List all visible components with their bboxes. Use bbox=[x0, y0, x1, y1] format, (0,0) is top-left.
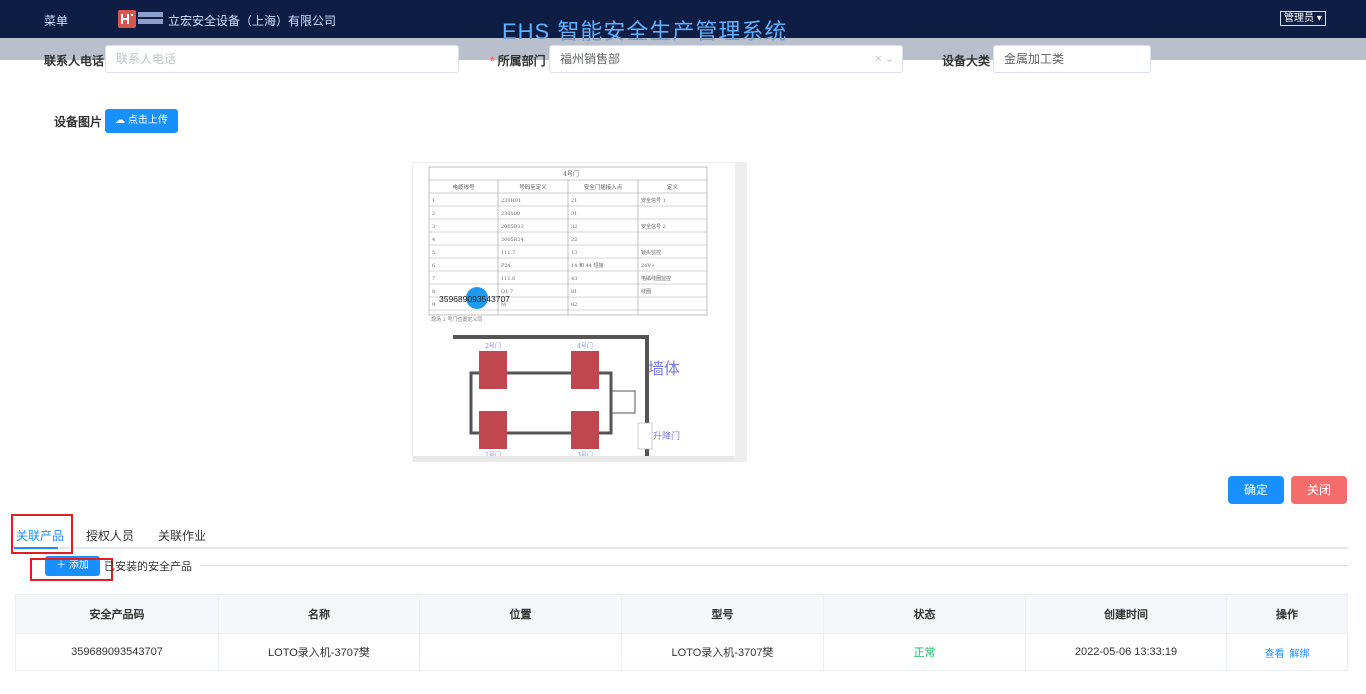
menu-toggle[interactable]: 菜单 bbox=[44, 12, 68, 29]
col-header-code: 安全产品码 bbox=[15, 594, 219, 634]
preview-cell: 230100 bbox=[501, 211, 520, 217]
preview-cell: 13 bbox=[571, 250, 577, 256]
table-row: 359689093543707 LOTO录入机-3707樊 LOTO录入机-37… bbox=[15, 633, 1348, 671]
preview-cell: 2005R13 bbox=[501, 224, 524, 230]
upload-button-label: 点击上传 bbox=[127, 115, 168, 126]
preview-cell: 2005R14 bbox=[501, 237, 524, 243]
wall-label: 墙体 bbox=[648, 359, 680, 378]
preview-cell: 4 bbox=[432, 237, 435, 243]
table-header-row: 安全产品码 名称 位置 型号 状态 创建时间 操作 bbox=[15, 594, 1348, 634]
preview-col-header: 定义 bbox=[667, 183, 679, 191]
preview-cell: 2 bbox=[432, 211, 435, 217]
chevron-down-icon: ▾ bbox=[1316, 13, 1322, 24]
user-menu[interactable]: 管理员 ▾ bbox=[1280, 11, 1326, 26]
department-value: 福州销售部 bbox=[560, 52, 621, 66]
col-header-status: 状态 bbox=[823, 594, 1026, 634]
preview-cell: 1 bbox=[432, 198, 435, 204]
upload-cloud-icon: ☁ bbox=[115, 115, 126, 126]
preview-cell: 111.7 bbox=[501, 250, 515, 256]
required-mark: * bbox=[490, 54, 495, 68]
preview-cell: 21 bbox=[571, 198, 577, 204]
tab-related-jobs[interactable]: 关联作业 bbox=[158, 527, 206, 544]
preview-cell: 8 bbox=[432, 289, 435, 295]
col-header-created: 创建时间 bbox=[1025, 594, 1227, 634]
products-table: 安全产品码 名称 位置 型号 状态 创建时间 操作 35968909354370… bbox=[15, 594, 1348, 671]
preview-cell: 5 bbox=[432, 250, 435, 256]
preview-cell: 81 bbox=[571, 289, 577, 295]
col-header-model: 型号 bbox=[621, 594, 824, 634]
view-link[interactable]: 查看 bbox=[1264, 649, 1284, 660]
preview-note: 现场 2 号门位置定义同 bbox=[431, 316, 482, 323]
cell-location bbox=[419, 633, 622, 671]
device-image-preview[interactable]: 4号门 电缆线号 号码至定义 安全门插接入点 定义 1 230H01 21 安全信号 122… bbox=[412, 162, 747, 462]
company-name: 立宏安全设备（上海）有限公司 bbox=[168, 14, 337, 28]
preview-cell: 9 bbox=[432, 302, 435, 308]
department-label: * 所属部门 bbox=[490, 52, 546, 69]
preview-cell: 24V+ bbox=[641, 263, 655, 269]
device-category-label: 设备大类 bbox=[942, 54, 991, 68]
user-menu-label: 管理员 bbox=[1284, 13, 1314, 24]
preview-cell: 3 bbox=[432, 224, 435, 230]
department-select[interactable]: 福州销售部 × ⌄ bbox=[549, 45, 903, 73]
department-label-text: 所属部门 bbox=[497, 54, 546, 68]
preview-cell: 线圈 bbox=[641, 288, 651, 295]
preview-cell: 43 bbox=[571, 276, 577, 282]
col-header-name: 名称 bbox=[218, 594, 420, 634]
preview-cell: 6 bbox=[432, 263, 435, 269]
device-category-input[interactable]: 金属加工类 bbox=[993, 45, 1151, 73]
close-button[interactable]: 关闭 bbox=[1291, 476, 1347, 504]
preview-table-header: 4号门 bbox=[563, 170, 579, 178]
col-header-location: 位置 bbox=[419, 594, 622, 634]
preview-cell: 7 bbox=[432, 276, 435, 282]
contact-phone-label: 联系人电话 bbox=[44, 54, 105, 68]
cell-actions: 查看 解绑 bbox=[1226, 633, 1348, 671]
cell-created: 2022-05-06 13:33:19 bbox=[1025, 633, 1227, 671]
cell-code: 359689093543707 bbox=[15, 633, 219, 671]
preview-cell: 22 bbox=[571, 237, 577, 243]
tab-authorized-personnel[interactable]: 授权人员 bbox=[86, 527, 134, 544]
preview-cell: 32 bbox=[571, 224, 577, 230]
preview-col-header: 安全门插接入点 bbox=[584, 183, 623, 191]
highlight-box-tab bbox=[11, 514, 73, 554]
preview-cell: 电磁线圈监控 bbox=[641, 275, 671, 282]
cell-status: 正常 bbox=[823, 633, 1026, 671]
preview-col-header: 电缆线号 bbox=[452, 183, 475, 191]
preview-cell: P24 bbox=[501, 263, 511, 269]
unbind-link[interactable]: 解绑 bbox=[1290, 649, 1310, 660]
confirm-button[interactable]: 确定 bbox=[1228, 476, 1284, 504]
cell-model: LOTO录入机-3707樊 bbox=[621, 633, 824, 671]
preview-cell: 111.6 bbox=[501, 276, 515, 282]
chevron-down-icon: × ⌄ bbox=[875, 53, 894, 65]
lift-door-label: 升降门 bbox=[653, 430, 680, 442]
preview-cell: 31 bbox=[571, 211, 577, 217]
preview-cell: 82 bbox=[571, 302, 577, 308]
company-logo bbox=[118, 10, 163, 28]
related-tabs: 关联产品 授权人员 关联作业 bbox=[14, 520, 1348, 549]
preview-cell: 230H01 bbox=[501, 198, 521, 204]
top-bar: 菜单 立宏安全设备（上海）有限公司 EHS 智能安全生产管理系统 管理员 ▾ bbox=[0, 0, 1366, 44]
preview-cell: 14 和 44 短接 bbox=[571, 262, 604, 269]
cell-name: LOTO录入机-3707樊 bbox=[218, 633, 420, 671]
contact-phone-input[interactable]: 联系人电话 bbox=[105, 45, 459, 73]
door-label-4: 4号门 bbox=[577, 342, 593, 350]
upload-button[interactable]: ☁ 点击上传 bbox=[105, 109, 178, 133]
preview-cell: 安全信号 2 bbox=[641, 223, 666, 230]
preview-cell: 安全信号 1 bbox=[641, 197, 666, 204]
section-divider bbox=[200, 565, 1348, 566]
preview-cell: 锁头监控 bbox=[641, 249, 661, 256]
section-title: 已安装的安全产品 bbox=[104, 561, 192, 573]
marker-code: 359689093543707 bbox=[439, 294, 510, 304]
door-label-2: 2号门 bbox=[485, 342, 501, 350]
col-header-actions: 操作 bbox=[1226, 594, 1348, 634]
preview-col-header: 号码至定义 bbox=[519, 183, 547, 191]
device-image-label: 设备图片 bbox=[54, 115, 103, 129]
highlight-box-add bbox=[30, 558, 113, 581]
